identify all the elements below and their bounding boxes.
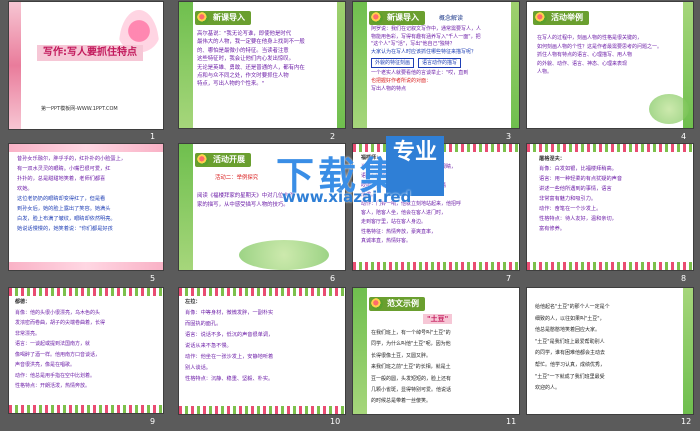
slide-thumbnail-3[interactable]: 新课导入 概念解读 阿罗说：我们在记叙文写作中，通常需要写人，人 物能用色彩，写… [352, 1, 520, 129]
slide-body: 给他起名"土豆"的那个人一定是个 细致的人，以往如果叫"土豆"， 他总是憨憨地笑… [535, 304, 610, 392]
slide-decoration [9, 262, 163, 270]
slide-body: 阿罗说：我们在记叙文写作中，通常需要写人，人 物能用色彩，写得有趣有涵养写入"千… [371, 26, 482, 92]
slide-thumbnail-9[interactable]: 都德： 肖像：他的头很小很漂亮，乌木色的头 发浓密而卷曲，胡子的尖端卷曲着，长得… [8, 287, 164, 414]
essay-title: "土豆" [423, 314, 453, 324]
slide-number: 6 [330, 274, 336, 283]
slide-number: 2 [330, 132, 336, 141]
slide-decoration [337, 2, 345, 128]
slide-thumbnail-1[interactable]: 写作:写人要抓住特点 第一PPT模板网-WWW.1PPT.COM [8, 1, 164, 130]
slide-body: 在我们班上，有一个绰号叫"土豆"的 同学，为什么叫他"土豆"呢，因为他 长得很像… [371, 330, 452, 405]
slide-decoration [353, 262, 519, 270]
target-icon [371, 298, 383, 310]
slide-title: 写作:写人要抓住特点 [37, 45, 143, 61]
slide-decoration [683, 288, 693, 414]
slide-number: 7 [506, 274, 512, 283]
slide-number: 8 [681, 274, 687, 283]
target-icon [371, 12, 383, 24]
slide-decoration [179, 406, 345, 414]
slide-thumbnail-8[interactable]: 屠格涅夫： 肖像：白发如银，比福楼拜稍高。 语言：用一种轻柔的有点犹疑的声音 讲… [526, 143, 694, 271]
slide-body: 高尔基说："我无论写谁，即使他是时代 最伟大的人物，我一定要在他身上找到不一般 … [197, 31, 305, 88]
slide-number: 11 [506, 417, 517, 426]
slide-decoration [527, 144, 693, 152]
watermark-url: www.xiazai.red [282, 188, 412, 206]
slide-decoration [511, 2, 519, 128]
slide-body: 昔孙女乐融尔，胖乎乎的，红扑扑的小脸蛋上， 有一双水灵灵的眼睛。小嘴巴很可爱，红… [17, 156, 126, 232]
slide-decoration [9, 405, 163, 413]
slide-number: 4 [681, 132, 687, 141]
slide-thumbnail-12[interactable]: 给他起名"土豆"的那个人一定是个 细致的人，以往如果叫"土豆"， 他总是憨憨地笑… [526, 287, 694, 415]
slide-thumbnail-grid: 写作:写人要抓住特点 第一PPT模板网-WWW.1PPT.COM 1 新课导入 … [0, 0, 700, 431]
slide-thumbnail-10[interactable]: 左拉： 肖像：中等身材，微微发胖，一副朴实 而固执的面孔。 语言：说话不多，低沉… [178, 287, 346, 415]
target-icon [535, 12, 547, 24]
slide-decoration [179, 288, 345, 296]
slide-number: 1 [150, 132, 156, 141]
slide-thumbnail-2[interactable]: 新课导入 高尔基说："我无论写谁，即使他是时代 最伟大的人物，我一定要在他身上找… [178, 1, 346, 129]
slide-body: 都德： 肖像：他的头很小很漂亮，乌木色的头 发浓密而卷曲，胡子的尖端卷曲着，长得… [15, 299, 106, 389]
slide-number: 3 [506, 132, 512, 141]
slide-decoration [9, 288, 163, 296]
slide-body: 屠格涅夫： 肖像：白发如银，比福楼拜稍高。 语言：用一种轻柔的有点犹疑的声音 讲… [539, 156, 623, 232]
slide-header: 新课导入 [369, 11, 425, 25]
slide-header: 活动举例 [533, 11, 589, 25]
slide-decoration [353, 2, 367, 128]
slide-decoration [9, 2, 21, 129]
leaf-decoration-icon [239, 240, 329, 270]
concept-box: 语言动作的描写 [418, 58, 462, 69]
slide-number: 5 [150, 274, 156, 283]
slide-decoration [527, 262, 693, 270]
slide-thumbnail-5[interactable]: 昔孙女乐融尔，胖乎乎的，红扑扑的小脸蛋上， 有一双水灵灵的眼睛。小嘴巴很可爱，红… [8, 143, 164, 271]
slide-thumbnail-4[interactable]: 活动举例 在写人的过程中，刻画人物的性格是很关键的， 如何刻画人物的个性？这是作… [526, 1, 694, 129]
watermark-badge: 专业 [386, 136, 444, 196]
concept-box: 外貌的特征刻画 [371, 58, 415, 69]
slide-subtitle: 第一PPT模板网-WWW.1PPT.COM [41, 106, 118, 112]
slide-body: 左拉： 肖像：中等身材，微微发胖，一副朴实 而固执的面孔。 语言：说话不多，低沉… [185, 299, 274, 382]
slide-subheader: 概念解读 [439, 15, 464, 22]
slide-decoration [179, 2, 193, 128]
slide-number: 10 [330, 417, 341, 426]
slide-decoration [353, 288, 367, 414]
slide-header: 范文示例 [369, 297, 425, 311]
slide-decoration [179, 144, 193, 270]
target-icon [197, 12, 209, 24]
slide-number: 9 [150, 417, 156, 426]
slide-header: 活动开展 [195, 153, 251, 167]
slide-body: 在写人的过程中，刻画人物的性格是很关键的， 如何刻画人物的个性？这是作者最需要思… [537, 35, 663, 76]
slide-thumbnail-11[interactable]: 范文示例 "土豆" 在我们班上，有一个绰号叫"土豆"的 同学，为什么叫他"土豆"… [352, 287, 520, 415]
target-icon [197, 154, 209, 166]
slide-header: 新课导入 [195, 11, 251, 25]
slide-decoration [9, 144, 163, 152]
slide-number: 12 [681, 417, 692, 426]
leaf-decoration-icon [649, 94, 689, 124]
